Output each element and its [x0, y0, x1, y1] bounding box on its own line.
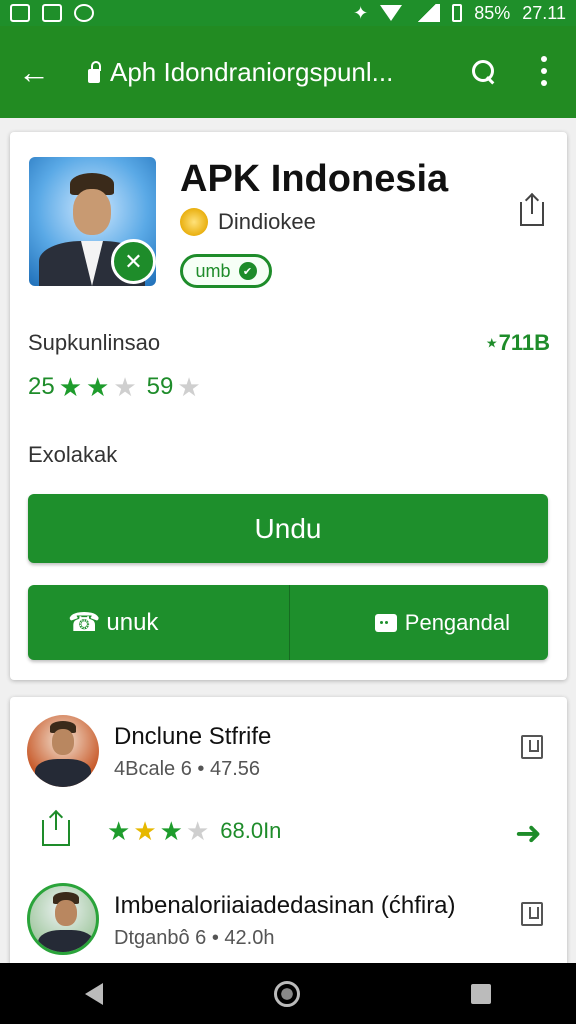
info-label: Supkunlinsao — [28, 330, 161, 355]
chip-check-icon: ✔ — [238, 262, 257, 280]
bookmark-icon[interactable] — [521, 735, 543, 759]
app-icon: ✕ — [29, 157, 156, 286]
back-arrow-icon[interactable]: ← — [18, 56, 62, 88]
star-icon: ★ — [159, 816, 183, 846]
download-icon — [74, 4, 94, 22]
system-nav-bar — [0, 963, 576, 1024]
phone-icon: ☎ — [68, 607, 101, 637]
star-icon: ★ — [58, 372, 83, 402]
list-item-avatar — [27, 715, 99, 787]
share-icon[interactable] — [520, 196, 544, 226]
vibrate-icon: ✦ — [353, 2, 369, 23]
star-icon: ★ — [113, 372, 137, 402]
signal-icon — [414, 4, 441, 22]
related-list-card: Dnclune Stfrife 4Bcale 6 • 47.56 ★ ★ ★ ★… — [10, 697, 567, 967]
message-icon — [374, 613, 397, 632]
avatar-head — [52, 729, 74, 755]
avatar-body — [38, 930, 94, 952]
rating-right-value: 59 — [146, 373, 174, 400]
nav-home-icon[interactable] — [273, 980, 300, 1007]
image-icon — [10, 4, 30, 22]
battery-icon — [452, 4, 463, 22]
lock-icon — [88, 61, 101, 83]
star-icon: ★ — [133, 816, 157, 846]
status-bar-left — [10, 4, 94, 22]
app-detail-card: ✕ APK Indonesia Dindiokee umb ✔ Supkunli… — [10, 132, 567, 680]
app-badge-icon: ✕ — [111, 239, 156, 284]
message-button-label: Pengandal — [404, 609, 510, 635]
avatar-body — [35, 759, 91, 787]
call-button[interactable]: ☎ unuk — [28, 585, 290, 660]
developer-name: Dindiokee — [218, 209, 316, 234]
list-item-title[interactable]: Imbenaloriiaiadedasinan (ćhfira) — [114, 892, 456, 920]
list-item-rating: ★ ★ ★ ★ 68.0In — [107, 818, 281, 844]
star-icon: ★ — [107, 816, 131, 846]
battery-percent: 85% — [474, 2, 511, 23]
action-button-group: ☎ unuk Pengandal — [28, 585, 548, 660]
avatar-head — [55, 900, 77, 926]
bookmark-icon[interactable] — [521, 902, 543, 926]
status-bar: ✦ 85% 27.11 — [0, 0, 576, 26]
star-icon: ★ — [185, 816, 210, 846]
star-icon: ★ — [86, 372, 110, 402]
category-label: Exolakak — [28, 442, 118, 467]
chip-label: umb — [195, 260, 231, 281]
star-icon: ★ — [177, 372, 201, 402]
nav-back-icon[interactable] — [85, 982, 104, 1005]
gallery-icon — [42, 4, 62, 22]
app-bar: ← Aph Idondraniorgspunl... — [0, 26, 576, 118]
download-button-label: Undu — [254, 512, 322, 544]
app-icon-person-head — [73, 189, 111, 235]
size-value: ⋆711B — [484, 330, 550, 355]
nav-recents-icon[interactable] — [470, 983, 491, 1004]
app-title: APK Indonesia — [180, 158, 449, 200]
status-bar-right: ✦ 85% 27.11 — [353, 3, 566, 24]
message-button[interactable]: Pengandal — [290, 585, 548, 660]
rating-row: 25 ★ ★ ★ 59 ★ — [28, 373, 201, 401]
wifi-icon — [380, 5, 403, 21]
call-button-label: unuk — [106, 608, 159, 636]
list-item-count: 68.0In — [220, 818, 282, 843]
developer-row[interactable]: Dindiokee — [180, 208, 316, 236]
search-icon[interactable] — [470, 58, 498, 86]
url-title[interactable]: Aph Idondraniorgspunl... — [110, 57, 440, 88]
more-vert-icon[interactable] — [541, 56, 547, 86]
clock: 27.11 — [522, 2, 566, 23]
rating-left-value: 25 — [28, 373, 55, 400]
developer-coin-icon — [180, 208, 208, 236]
list-item-title[interactable]: Dnclune Stfrife — [114, 723, 271, 751]
list-item-subtitle: 4Bcale 6 • 47.56 — [114, 758, 260, 780]
forward-arrow-icon[interactable]: ➜ — [515, 817, 542, 849]
list-item-avatar — [27, 883, 99, 955]
status-chip[interactable]: umb ✔ — [180, 254, 272, 288]
list-item-subtitle: Dtganbô 6 • 42.0h — [114, 927, 275, 949]
upload-icon[interactable] — [42, 812, 70, 846]
download-button[interactable]: Undu — [28, 494, 548, 563]
